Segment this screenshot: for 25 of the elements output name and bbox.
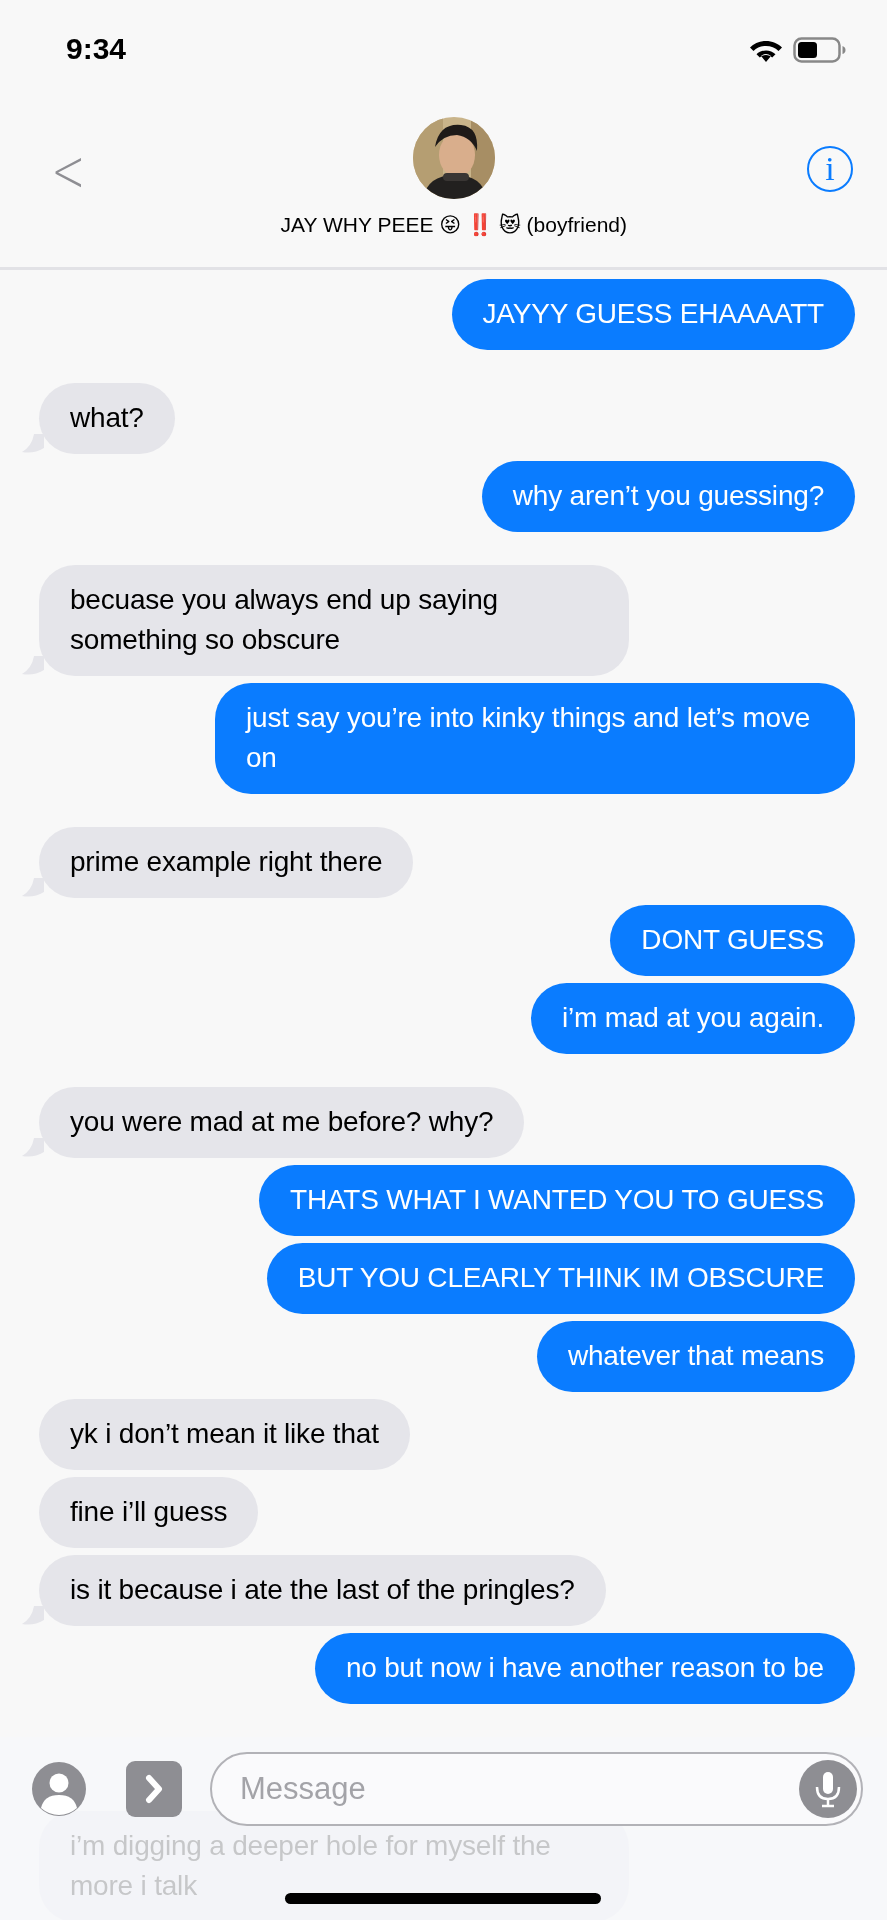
message-bubble: fine i’ll guess	[39, 1477, 259, 1548]
back-button[interactable]: <	[45, 142, 91, 200]
chevron-icon[interactable]	[126, 1761, 182, 1817]
status-time: 9:34	[66, 32, 127, 66]
message-bubble: is it because i ate the last of the pringles?	[39, 1555, 606, 1626]
message-bubble: no but now i have another reason to be	[314, 1633, 855, 1704]
message-bubble: JAYYY GUESS EHAAAATT	[451, 279, 855, 350]
message-bubble: what?	[39, 383, 175, 454]
message-bubble: BUT YOU CLEARLY THINK IM OBSCURE	[266, 1243, 855, 1314]
message-bubble: just say you’re into kinky things and let’s move on	[215, 683, 855, 794]
message-bubble: DONT GUESS	[610, 905, 855, 976]
contact-name[interactable]: JAY WHY PEEE 😝 ‼ 😻 (boyfriend)	[280, 213, 627, 237]
person-icon[interactable]	[32, 1762, 86, 1816]
message-bubble: becuase you always end up saying something so obscure	[39, 565, 629, 676]
info-button[interactable]: i	[807, 146, 853, 192]
message-field[interactable]: Message	[210, 1752, 863, 1826]
message-bubble: i’m mad at you again.	[531, 983, 855, 1054]
battery-icon	[793, 37, 847, 63]
message-bubble: prime example right there	[39, 827, 414, 898]
message-bubble: you were mad at me before? why?	[39, 1087, 525, 1158]
message-bubble: yk i don’t mean it like that	[39, 1399, 410, 1470]
message-bubble: THATS WHAT I WANTED YOU TO GUESS	[259, 1165, 855, 1236]
message-bubble: whatever that means	[536, 1321, 855, 1392]
microphone-icon[interactable]	[799, 1760, 857, 1818]
message-bubble: why aren’t you guessing?	[481, 461, 855, 532]
